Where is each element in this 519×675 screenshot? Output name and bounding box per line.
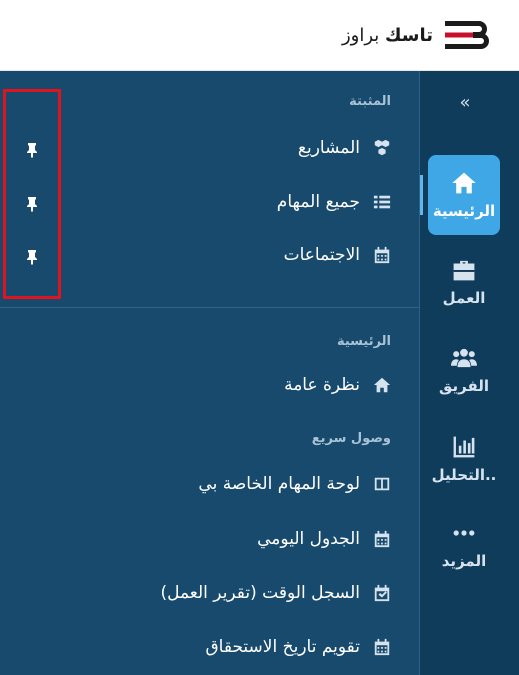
users-icon <box>451 348 477 368</box>
home-icon <box>452 172 476 194</box>
rail-item-label: التحليل.. <box>431 466 497 484</box>
brand-name: تاسك براوز <box>341 24 433 46</box>
menu-item-label: الاجتماعات <box>283 245 360 265</box>
rail-item-label: العمل <box>442 289 486 307</box>
brand[interactable]: تاسك براوز <box>342 17 491 53</box>
menu-item-time-log[interactable]: السجل الوقت (تقرير العمل) <box>160 583 392 603</box>
collapse-button[interactable]: « <box>455 93 475 113</box>
briefcase-icon <box>453 260 475 281</box>
rail-item-label: الفريق <box>438 377 490 395</box>
menu-item-my-task-board[interactable]: لوحة المهام الخاصة بي <box>198 474 392 494</box>
rail-item-label: المزيد <box>441 552 487 570</box>
section-title-quick-access: وصول سريع <box>311 431 391 446</box>
active-indicator <box>420 175 423 215</box>
rail-item-home[interactable]: الرئيسية <box>428 155 500 235</box>
menu-item-overview[interactable]: نظرة عامة <box>284 375 392 395</box>
more-icon <box>453 530 475 536</box>
menu-item-label: المشاريع <box>297 138 360 158</box>
menu-item-label: السجل الوقت (تقرير العمل) <box>160 583 360 603</box>
brand-logo-icon <box>445 21 489 49</box>
calendar-check-icon <box>372 583 392 603</box>
chart-icon <box>453 436 475 458</box>
menu-item-daily-schedule[interactable]: الجدول اليومي <box>257 529 392 549</box>
calendar-icon <box>372 637 392 657</box>
top-bar: تاسك براوز <box>0 0 519 71</box>
section-title-home: الرئيسية <box>336 334 391 349</box>
menu-item-due-date-calendar[interactable]: تقويم تاريخ الاستحقاق <box>205 637 392 657</box>
menu-item-label: الجدول اليومي <box>257 529 360 549</box>
rail-item-work[interactable]: العمل <box>428 257 500 307</box>
rail-item-label: الرئيسية <box>432 202 496 220</box>
rail-item-more[interactable]: المزيد <box>428 520 500 570</box>
menu-item-label: نظرة عامة <box>284 375 360 395</box>
menu-item-projects[interactable]: المشاريع <box>298 138 392 158</box>
cubes-icon <box>372 138 392 158</box>
highlight-box <box>3 89 61 299</box>
menu-item-label: تقويم تاريخ الاستحقاق <box>205 637 360 657</box>
menu-item-label: لوحة المهام الخاصة بي <box>198 474 360 494</box>
rail-item-team[interactable]: الفريق <box>428 345 500 395</box>
section-divider <box>0 307 419 308</box>
menu-item-all-tasks[interactable]: جميع المهام <box>277 192 392 212</box>
calendar-icon <box>372 245 392 265</box>
calendar-icon <box>372 529 392 549</box>
menu-item-meetings[interactable]: الاجتماعات <box>284 245 392 265</box>
menu-item-label: جميع المهام <box>276 192 360 212</box>
list-icon <box>372 192 392 212</box>
board-icon <box>372 474 392 494</box>
home-icon <box>372 375 392 395</box>
rail-item-analytics[interactable]: التحليل.. <box>428 434 500 484</box>
section-title-pinned: المثبتة <box>349 94 391 109</box>
